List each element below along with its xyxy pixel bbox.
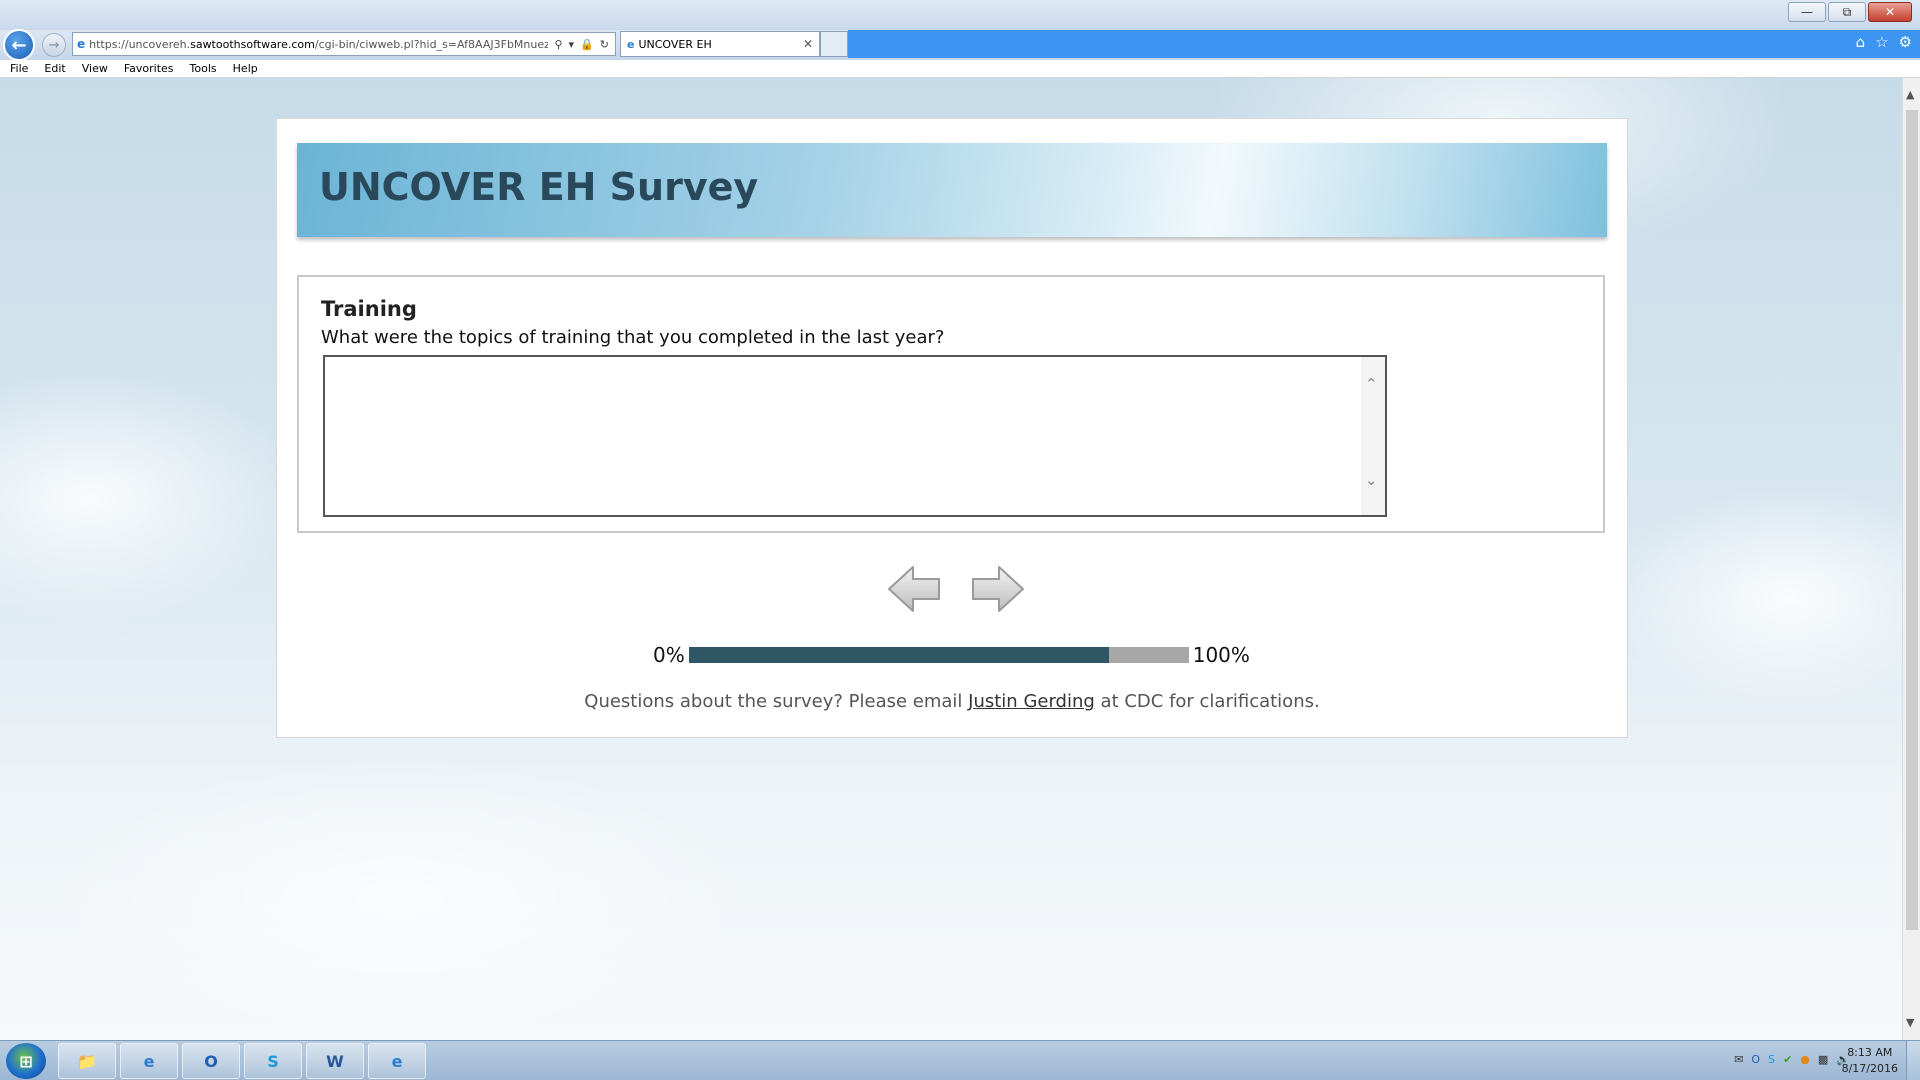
address-bar[interactable]: e https://uncovereh.sawtoothsoftware.com… — [72, 32, 616, 56]
previous-button[interactable] — [885, 563, 943, 615]
footer-text-after: at CDC for clarifications. — [1094, 691, 1320, 712]
question-title: Training — [321, 297, 417, 321]
survey-banner: UNCOVER EH Survey — [297, 143, 1607, 237]
forward-button[interactable]: → — [42, 33, 66, 57]
back-arrow-icon: ← — [11, 34, 27, 56]
taskbar-outlook[interactable]: O — [182, 1043, 240, 1079]
tab-ie-icon: e — [627, 37, 635, 51]
address-url[interactable]: https://uncovereh.sawtoothsoftware.com/c… — [89, 38, 548, 51]
contact-email-link[interactable]: Justin Gerding — [968, 691, 1095, 712]
question-text: What were the topics of training that yo… — [321, 327, 945, 348]
new-tab-button[interactable] — [820, 31, 848, 57]
menu-file[interactable]: File — [10, 62, 28, 75]
minimize-button[interactable]: — — [1788, 2, 1826, 22]
lock-icon[interactable]: 🔒 — [580, 38, 594, 51]
page-viewport: UNCOVER EH Survey Training What were the… — [0, 78, 1902, 1040]
mail-tray-icon[interactable]: ✉ — [1734, 1053, 1743, 1066]
scrollbar-thumb[interactable] — [1906, 110, 1918, 930]
update-tray-icon[interactable]: ● — [1800, 1053, 1810, 1066]
forward-arrow-icon: → — [48, 37, 60, 53]
page-scrollbar[interactable]: ▲ ▼ — [1902, 78, 1920, 1040]
browser-tab[interactable]: e UNCOVER EH ✕ — [620, 31, 820, 57]
restore-button[interactable]: ⧉ — [1828, 2, 1866, 22]
scroll-down-icon[interactable]: ⌄ — [1365, 471, 1378, 489]
survey-footer: Questions about the survey? Please email… — [277, 691, 1627, 712]
answer-scrollbar[interactable]: ⌃ ⌄ — [1361, 357, 1385, 515]
internet-explorer-active-icon: e — [391, 1051, 403, 1071]
outlook-tray-icon[interactable]: O — [1751, 1053, 1760, 1066]
address-tools: ⚲ ▾ 🔒 ↻ — [548, 38, 615, 51]
internet-explorer-icon: e — [143, 1051, 155, 1071]
back-button[interactable]: ← — [3, 29, 35, 61]
url-prefix: https://uncovereh. — [89, 37, 191, 51]
gear-icon[interactable]: ⚙ — [1899, 33, 1912, 51]
menu-view[interactable]: View — [82, 62, 108, 75]
home-icon[interactable]: ⌂ — [1856, 33, 1866, 51]
refresh-icon[interactable]: ↻ — [600, 38, 609, 51]
clock-time: 8:13 AM — [1847, 1046, 1893, 1059]
progress-bar: 0% 100% — [653, 643, 1250, 667]
scroll-up-icon[interactable]: ⌃ — [1365, 375, 1378, 393]
close-window-button[interactable]: ✕ — [1868, 2, 1912, 22]
menu-edit[interactable]: Edit — [44, 62, 65, 75]
browser-right-icons: ⌂ ☆ ⚙ — [1856, 33, 1912, 51]
progress-end-label: 100% — [1192, 643, 1250, 667]
url-domain: sawtoothsoftware.com — [190, 37, 315, 51]
taskbar-clock[interactable]: 8:13 AM 8/17/2016 — [1842, 1045, 1898, 1077]
tab-close-icon[interactable]: ✕ — [803, 37, 813, 51]
answer-box: ⌃ ⌄ — [323, 355, 1387, 517]
start-button[interactable]: ⊞ — [6, 1043, 46, 1079]
progress-start-label: 0% — [653, 643, 685, 667]
folder-icon: 📁 — [77, 1051, 97, 1071]
taskbar-ie-active[interactable]: e — [368, 1043, 426, 1079]
question-panel: Training What were the topics of trainin… — [297, 275, 1605, 533]
ie-page-icon: e — [77, 37, 86, 51]
system-tray: ✉ O S ✔ ● ▩ 🔊 — [1734, 1053, 1850, 1066]
progress-fill — [688, 647, 1109, 663]
survey-title: UNCOVER EH Survey — [319, 165, 759, 209]
footer-text-before: Questions about the survey? Please email — [584, 691, 969, 712]
menu-tools[interactable]: Tools — [190, 62, 217, 75]
clock-date: 8/17/2016 — [1841, 1062, 1898, 1075]
scroll-up-arrow-icon[interactable]: ▲ — [1906, 88, 1914, 101]
survey-card: UNCOVER EH Survey Training What were the… — [276, 118, 1628, 738]
outlook-icon: O — [204, 1051, 218, 1071]
menu-bar: File Edit View Favorites Tools Help — [0, 60, 1920, 78]
dropdown-icon[interactable]: ▾ — [569, 38, 575, 51]
next-button[interactable] — [969, 563, 1027, 615]
scroll-down-arrow-icon[interactable]: ▼ — [1906, 1016, 1914, 1029]
window-titlebar: — ⧉ ✕ — [0, 0, 1920, 30]
taskbar-word[interactable]: W — [306, 1043, 364, 1079]
taskbar-skype[interactable]: S — [244, 1043, 302, 1079]
url-path: /cgi-bin/ciwweb.pl?hid_s=Af8AAJ3FbMnuezY… — [314, 37, 549, 51]
tab-title: UNCOVER EH — [638, 37, 712, 51]
taskbar: ⊞ 📁 e O S W e ✉ O S ✔ ● ▩ 🔊 8:13 AM 8/17… — [0, 1040, 1920, 1080]
answer-textarea[interactable] — [325, 357, 1355, 511]
favorites-star-icon[interactable]: ☆ — [1875, 33, 1888, 51]
right-arrow-icon — [972, 566, 1024, 612]
network-tray-icon[interactable]: ▩ — [1818, 1053, 1828, 1066]
word-icon: W — [326, 1051, 344, 1071]
show-desktop-button[interactable] — [1906, 1041, 1920, 1080]
skype-icon: S — [267, 1051, 279, 1071]
menu-favorites[interactable]: Favorites — [124, 62, 174, 75]
left-arrow-icon — [888, 566, 940, 612]
search-icon[interactable]: ⚲ — [554, 38, 562, 51]
taskbar-ie[interactable]: e — [120, 1043, 178, 1079]
progress-track — [688, 647, 1189, 663]
skype-tray-icon[interactable]: S — [1768, 1053, 1775, 1066]
check-tray-icon[interactable]: ✔ — [1783, 1053, 1792, 1066]
menu-help[interactable]: Help — [233, 62, 258, 75]
window-controls: — ⧉ ✕ — [1786, 2, 1912, 22]
windows-logo-icon: ⊞ — [19, 1051, 33, 1071]
navbar-accent — [848, 30, 1920, 58]
taskbar-explorer[interactable]: 📁 — [58, 1043, 116, 1079]
